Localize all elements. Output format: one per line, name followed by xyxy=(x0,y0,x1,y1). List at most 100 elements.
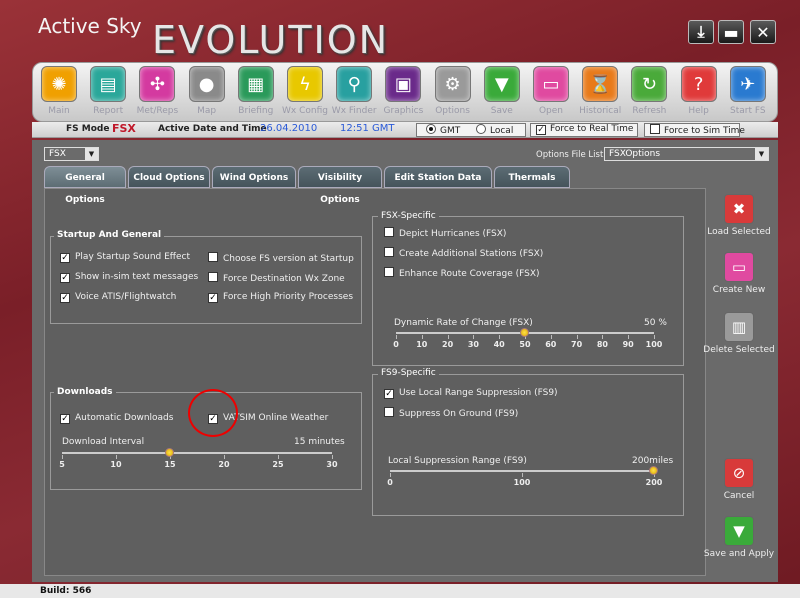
main-toolbar: ✺ Main ▤ Report ✣ Met/Reps ● Map ▦ Briefing ϟ Wx Co… xyxy=(32,62,778,122)
checkmark-icon: ✓ xyxy=(60,273,70,283)
toolbar-map-button[interactable]: ● Map xyxy=(180,66,234,116)
delete-selected-icon: ▥ xyxy=(724,312,754,342)
tab-general-options[interactable]: General Options xyxy=(44,166,126,205)
fs9-use-local-range-suppression-fs--checkbox[interactable]: ✓ Use Local Range Suppression (FS9) xyxy=(384,388,558,399)
toolbar-refresh-button[interactable]: ↻ Refresh xyxy=(622,66,676,116)
fsx-depict-hurricanes-fsx--checkbox[interactable]: Depict Hurricanes (FSX) xyxy=(384,227,506,239)
force-real-label: Force to Real Time xyxy=(550,124,634,134)
fs-mode-label: FS Mode xyxy=(66,124,110,134)
graphics-icon: ▣ xyxy=(385,66,422,102)
startup-choose-fs-version-at-startup-checkbox[interactable]: Choose FS version at Startup xyxy=(208,252,354,264)
fsx-tick-label: 20 xyxy=(442,340,454,349)
gmt-radio[interactable]: GMT xyxy=(426,124,460,136)
downloads-slider-track[interactable] xyxy=(62,452,332,454)
options-file-select[interactable]: FSXOptions ▼ xyxy=(604,147,769,161)
downloads-slider-thumb[interactable] xyxy=(165,448,174,457)
toolbar-met-reps-button[interactable]: ✣ Met/Reps xyxy=(130,66,184,116)
startup-force-destination-wx-zone-checkbox[interactable]: Force Destination Wx Zone xyxy=(208,272,345,284)
toolbar-start-fs-button[interactable]: ✈ Start FS xyxy=(721,66,775,116)
fs-version-select[interactable]: FSX ▼ xyxy=(44,147,99,161)
delete-selected-button[interactable]: ▥ Delete Selected xyxy=(701,312,777,355)
fsx-tick xyxy=(654,335,655,339)
toolbar-main-button[interactable]: ✺ Main xyxy=(32,66,86,116)
downloads-tick-label: 5 xyxy=(59,460,65,469)
download-interval-value: 15 minutes xyxy=(294,437,345,447)
local-radio[interactable]: Local xyxy=(476,124,513,136)
toolbar-wx-config-button[interactable]: ϟ Wx Config xyxy=(278,66,332,116)
download-icon: ⤓ xyxy=(697,22,705,41)
toolbar-label: Help xyxy=(688,106,709,116)
downloads-tick xyxy=(224,455,225,459)
fsx-slider-thumb[interactable] xyxy=(520,328,529,337)
fs9-suppress-on-ground-fs--checkbox[interactable]: Suppress On Ground (FS9) xyxy=(384,407,518,419)
fsx-create-additional-stations-fsx--checkbox[interactable]: Create Additional Stations (FSX) xyxy=(384,247,543,259)
tab-visibility-options[interactable]: Visibility Options xyxy=(298,166,382,205)
toolbar-label: Options xyxy=(435,106,470,116)
fsx-create-additional-stations-fsx--label: Create Additional Stations (FSX) xyxy=(399,249,544,259)
toolbar-label: Save xyxy=(490,106,513,116)
cancel-button[interactable]: ⊘ Cancel xyxy=(701,458,777,501)
tab-edit-station-data[interactable]: Edit Station Data xyxy=(384,166,492,188)
chevron-down-icon: ▼ xyxy=(755,148,768,160)
force-real-checkbox[interactable]: ✓ Force to Real Time xyxy=(536,124,633,135)
toolbar-wx-finder-button[interactable]: ⚲ Wx Finder xyxy=(327,66,381,116)
save-apply-button[interactable]: ▼ Save and Apply xyxy=(701,516,777,559)
toolbar-historical-button[interactable]: ⌛ Historical xyxy=(573,66,627,116)
download-interval-label: Download Interval xyxy=(62,437,145,447)
toolbar-options-button[interactable]: ⚙ Options xyxy=(426,66,480,116)
fs-select-value: FSX xyxy=(49,149,66,159)
toolbar-briefing-button[interactable]: ▦ Briefing xyxy=(229,66,283,116)
main-icon: ✺ xyxy=(41,66,77,102)
date-value: 26.04.2010 xyxy=(260,123,318,134)
startup-show-in-sim-text-messages-checkbox[interactable]: ✓ Show in-sim text messages xyxy=(60,272,198,283)
toolbar-label: Wx Config xyxy=(282,106,328,116)
minimize-button[interactable]: ▬ xyxy=(718,20,744,44)
gmt-label: GMT xyxy=(440,126,461,136)
checkmark-icon: ✓ xyxy=(208,293,218,303)
start-fs-icon: ✈ xyxy=(729,66,766,102)
fs9-suppress-on-ground-fs--label: Suppress On Ground (FS9) xyxy=(399,409,519,419)
fs9-tick xyxy=(390,473,391,477)
tab-cloud-options[interactable]: Cloud Options xyxy=(128,166,210,188)
automatic-downloads-checkbox[interactable]: ✓ Automatic Downloads xyxy=(60,413,173,424)
fs9-use-local-range-suppression-fs--label: Use Local Range Suppression (FS9) xyxy=(399,388,558,398)
close-button[interactable]: ✕ xyxy=(750,20,776,44)
load-selected-button[interactable]: ✖ Load Selected xyxy=(701,194,777,237)
fs9-slider-track[interactable] xyxy=(390,470,654,472)
refresh-icon: ↻ xyxy=(631,66,668,102)
toolbar-report-button[interactable]: ▤ Report xyxy=(81,66,135,116)
date-label: Active Date and Time xyxy=(158,124,267,134)
startup-force-high-priority-processes-checkbox[interactable]: ✓ Force High Priority Processes xyxy=(208,292,353,303)
toolbar-help-button[interactable]: ? Help xyxy=(672,66,726,116)
options-file-value: FSXOptions xyxy=(609,149,661,159)
download-button[interactable]: ⤓ xyxy=(688,20,714,44)
force-sim-checkbox[interactable]: Force to Sim Time xyxy=(650,124,745,136)
tab-thermals[interactable]: Thermals xyxy=(494,166,570,188)
toolbar-save-button[interactable]: ▼ Save xyxy=(475,66,529,116)
toolbar-label: Wx Finder xyxy=(331,106,377,116)
fsx-tick xyxy=(421,335,423,339)
startup-force-high-priority-processes-label: Force High Priority Processes xyxy=(223,292,354,302)
fsx-tick-label: 30 xyxy=(467,340,479,349)
toolbar-label: Main xyxy=(48,106,70,116)
startup-voice-atis-flightwatch-checkbox[interactable]: ✓ Voice ATIS/Flightwatch xyxy=(60,292,176,303)
create-new-button[interactable]: ▭ Create New xyxy=(701,252,777,295)
checkbox-icon xyxy=(384,407,394,417)
startup-choose-fs-version-at-startup-label: Choose FS version at Startup xyxy=(223,254,354,264)
toolbar-open-button[interactable]: ▭ Open xyxy=(524,66,578,116)
briefing-icon: ▦ xyxy=(237,66,274,102)
fs9-tick-label: 200 xyxy=(645,478,663,487)
checkbox-icon xyxy=(384,247,394,257)
toolbar-graphics-button[interactable]: ▣ Graphics xyxy=(376,66,430,116)
load-selected-label: Load Selected xyxy=(707,227,771,237)
tab-wind-options[interactable]: Wind Options xyxy=(212,166,296,188)
startup-play-startup-sound-effect-label: Play Startup Sound Effect xyxy=(75,252,190,262)
automatic-downloads-label: Automatic Downloads xyxy=(75,413,174,423)
fs9-slider-thumb[interactable] xyxy=(649,466,658,475)
time-value: 12:51 GMT xyxy=(340,123,395,134)
historical-icon: ⌛ xyxy=(582,66,619,102)
app-title: EVOLUTION xyxy=(152,18,390,62)
fsx-enhance-route-coverage-fsx--checkbox[interactable]: Enhance Route Coverage (FSX) xyxy=(384,267,540,279)
startup-play-startup-sound-effect-checkbox[interactable]: ✓ Play Startup Sound Effect xyxy=(60,252,190,263)
checkmark-icon: ✓ xyxy=(536,125,546,135)
